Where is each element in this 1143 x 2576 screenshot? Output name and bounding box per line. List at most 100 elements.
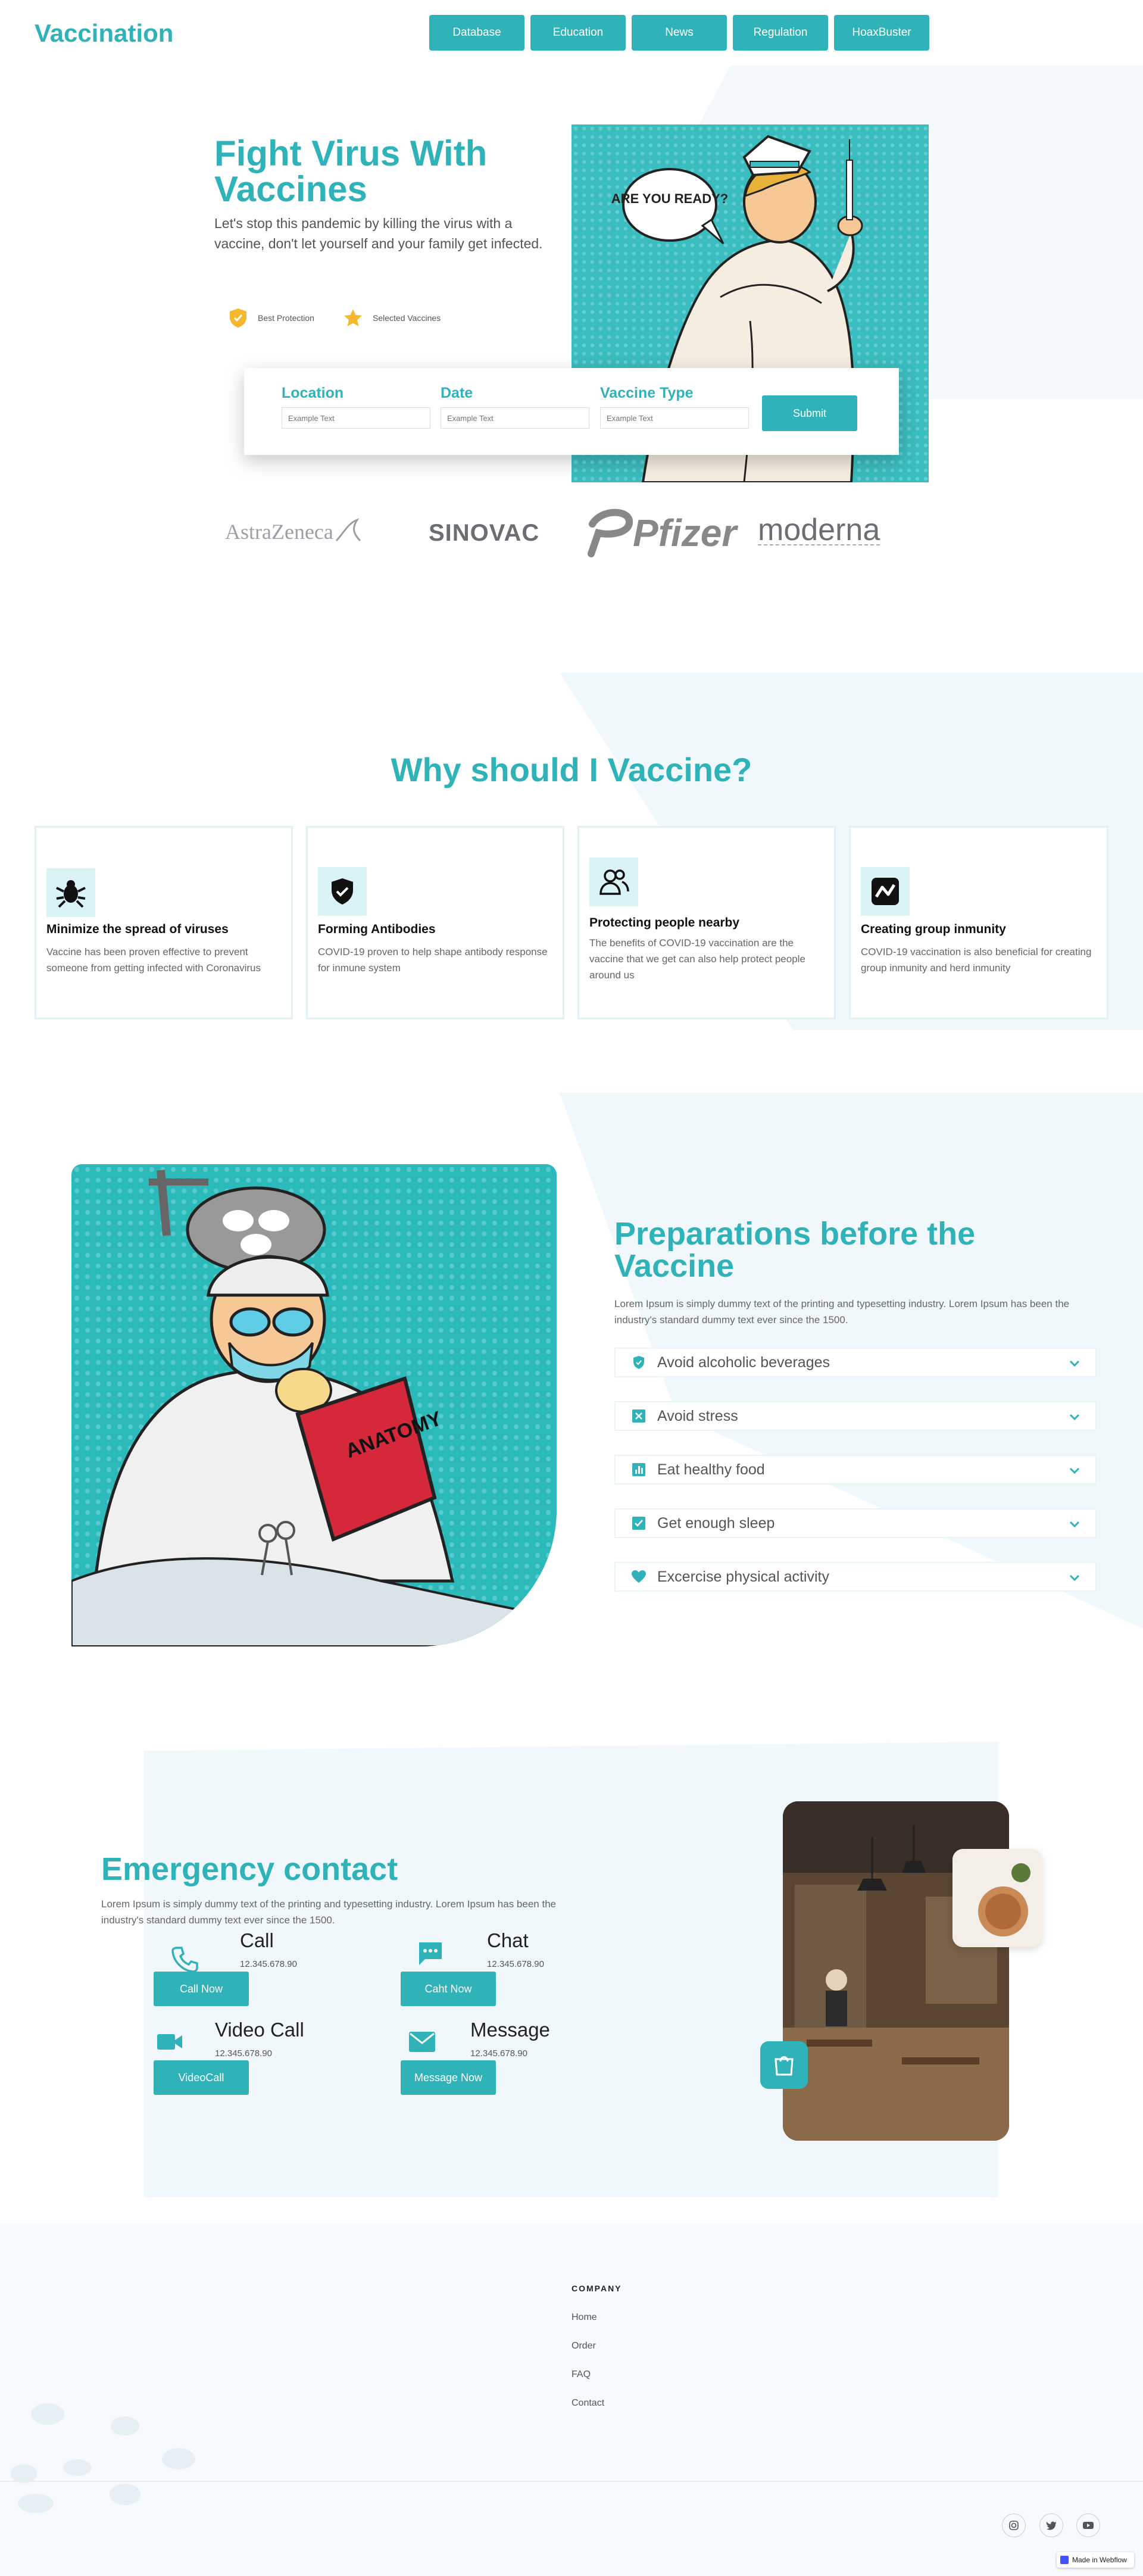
card-title: Protecting people nearby	[589, 916, 740, 930]
chevron-down-icon	[1069, 1574, 1080, 1582]
emergency-text: Lorem Ipsum is simply dummy text of the …	[101, 1898, 557, 1926]
brand-astrazeneca: AstraZeneca	[225, 517, 363, 547]
accordion-item-exercise[interactable]: Excercise physical activity	[614, 1562, 1097, 1592]
search-form: Location Date Vaccine Type Submit	[244, 368, 899, 455]
twitter-icon[interactable]	[1039, 2513, 1063, 2537]
badge-label: Selected Vaccines	[373, 313, 441, 323]
message-now-button[interactable]: Message Now	[401, 2060, 496, 2095]
contact-number: 12.345.678.90	[240, 1959, 297, 1969]
contact-title: Video Call	[215, 2019, 304, 2041]
contact-number: 12.345.678.90	[215, 2048, 272, 2059]
close-box-icon	[630, 1407, 648, 1425]
brand-name: moderna	[758, 513, 880, 547]
brand-name: Pfizer	[633, 512, 737, 554]
speech-bubble-text: ARE YOU READY?	[611, 191, 728, 206]
card-title: Forming Antibodies	[318, 922, 436, 936]
brand-name: AstraZeneca	[225, 520, 333, 544]
card-text: COVID-19 proven to help shape antibody r…	[318, 946, 548, 974]
chevron-down-icon	[1069, 1360, 1080, 1367]
nav-news[interactable]: News	[632, 15, 727, 51]
date-label: Date	[441, 385, 473, 401]
accordion-label: Get enough sleep	[657, 1514, 775, 1532]
prep-doctor-image: ANATOMY	[71, 1164, 557, 1646]
submit-button[interactable]: Submit	[762, 395, 857, 431]
nav-hoaxbuster[interactable]: HoaxBuster	[834, 15, 929, 51]
brand-pfizer: Pfizer	[586, 506, 736, 560]
shield-check-icon	[318, 867, 367, 916]
nav-regulation[interactable]: Regulation	[733, 15, 828, 51]
pfizer-logo-icon	[588, 509, 633, 557]
astrazeneca-logo-icon	[335, 518, 361, 542]
accordion-label: Excercise physical activity	[657, 1568, 829, 1585]
accordion-item-food[interactable]: Eat healthy food	[614, 1455, 1097, 1485]
chevron-down-icon	[1069, 1521, 1080, 1528]
accordion-item-stress[interactable]: Avoid stress	[614, 1401, 1097, 1431]
youtube-icon[interactable]	[1076, 2513, 1100, 2537]
hero-title: Fight Virus With Vaccines	[214, 133, 488, 209]
why-card: Minimize the spread of viruses Vaccine h…	[35, 826, 293, 1019]
activity-icon	[861, 867, 910, 916]
shop-icon[interactable]	[760, 2041, 808, 2089]
vaccine-type-label: Vaccine Type	[600, 385, 694, 401]
footer-link-faq[interactable]: FAQ	[572, 2369, 591, 2380]
chevron-down-icon	[1069, 1467, 1080, 1474]
nav-education[interactable]: Education	[530, 15, 626, 51]
chat-icon	[419, 1942, 442, 1965]
shield-icon	[630, 1354, 648, 1371]
contact-number: 12.345.678.90	[487, 1959, 544, 1969]
accordion-label: Avoid stress	[657, 1407, 738, 1424]
location-label: Location	[282, 385, 344, 401]
accordion-item-alcohol[interactable]: Avoid alcoholic beverages	[614, 1348, 1097, 1377]
prep-title: Preparations before the Vaccine	[614, 1216, 976, 1284]
check-box-icon	[630, 1514, 648, 1532]
accordion-item-sleep[interactable]: Get enough sleep	[614, 1508, 1097, 1538]
contact-title: Call	[240, 1929, 274, 1951]
emergency-title: Emergency contact	[101, 1851, 398, 1887]
virus-icon	[46, 868, 95, 917]
call-now-button[interactable]: Call Now	[154, 1972, 249, 2006]
instagram-icon[interactable]	[1002, 2513, 1026, 2537]
location-input[interactable]	[282, 407, 430, 429]
badge-label: Best Protection	[258, 313, 314, 323]
brand-sinovac: SINOVAC	[429, 520, 539, 547]
brand-moderna: moderna	[758, 513, 880, 547]
webflow-badge-label: Made in Webflow	[1072, 2556, 1127, 2564]
chat-now-button[interactable]: Caht Now	[401, 1972, 496, 2006]
badge-selected-vaccines: Selected Vaccines	[343, 308, 441, 328]
heart-icon	[630, 1568, 648, 1586]
card-text: Vaccine has been proven effective to pre…	[46, 946, 261, 974]
made-in-webflow-badge[interactable]: Made in Webflow	[1057, 2552, 1134, 2568]
video-icon	[157, 2034, 182, 2050]
brand-name: SINOVAC	[429, 520, 540, 546]
card-title: Creating group inmunity	[861, 922, 1006, 936]
site-logo[interactable]: Vaccination	[35, 19, 173, 48]
star-icon	[343, 308, 363, 328]
vaccine-type-input[interactable]	[600, 407, 749, 429]
card-text: The benefits of COVID-19 vaccination are…	[589, 937, 805, 981]
nav-database[interactable]: Database	[429, 15, 524, 51]
chart-icon	[630, 1461, 648, 1479]
accordion-label: Eat healthy food	[657, 1461, 765, 1478]
footer-link-order[interactable]: Order	[572, 2341, 596, 2352]
contact-title: Chat	[487, 1929, 529, 1951]
food-card-image	[952, 1849, 1042, 1947]
people-icon	[589, 857, 638, 906]
phone-icon	[171, 1947, 198, 1973]
videocall-button[interactable]: VideoCall	[154, 2060, 249, 2095]
footer-heading: COMPANY	[572, 2284, 622, 2293]
why-card: Creating group inmunity COVID-19 vaccina…	[849, 826, 1108, 1019]
why-card: Protecting people nearby The benefits of…	[577, 826, 836, 1019]
why-title: Why should I Vaccine?	[391, 751, 752, 788]
footer-link-contact[interactable]: Contact	[572, 2398, 604, 2409]
contact-number: 12.345.678.90	[470, 2048, 527, 2059]
webflow-logo-icon	[1060, 2556, 1069, 2564]
date-input[interactable]	[441, 407, 589, 429]
hero-subtitle: Let's stop this pandemic by killing the …	[214, 216, 543, 251]
chevron-down-icon	[1069, 1414, 1080, 1421]
prep-text: Lorem Ipsum is simply dummy text of the …	[614, 1298, 1070, 1326]
card-title: Minimize the spread of viruses	[46, 922, 229, 936]
contact-title: Message	[470, 2019, 550, 2041]
shield-icon	[228, 308, 248, 328]
mail-icon	[409, 2032, 435, 2052]
footer-link-home[interactable]: Home	[572, 2312, 597, 2323]
